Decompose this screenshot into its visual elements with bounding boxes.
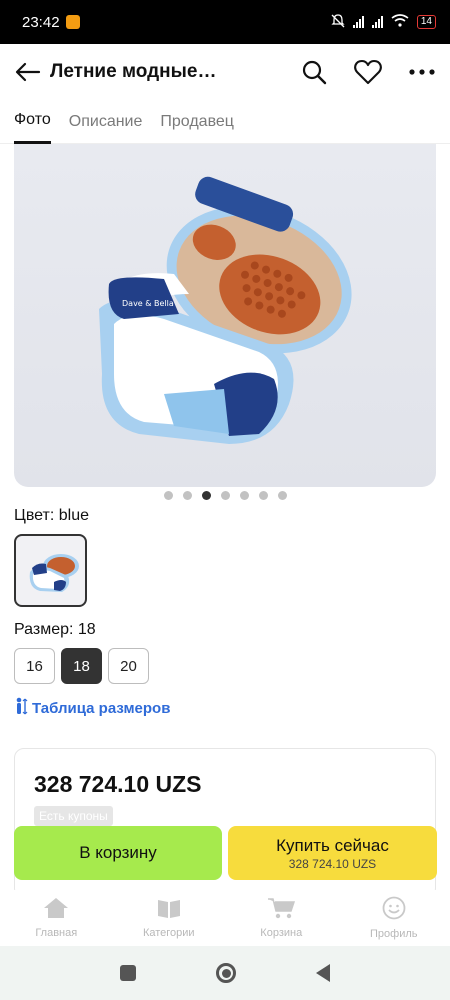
catalog-icon bbox=[156, 897, 182, 924]
size-label: Размер: 18 bbox=[14, 621, 96, 638]
gallery-dot[interactable] bbox=[163, 491, 173, 500]
mute-icon bbox=[331, 13, 345, 31]
nav-label: Главная bbox=[35, 927, 78, 939]
tab-seller[interactable]: Продавец bbox=[160, 100, 234, 144]
gallery-pagination bbox=[0, 491, 450, 500]
product-photo[interactable]: Dave & Bella bbox=[14, 144, 436, 487]
system-back-icon[interactable] bbox=[316, 964, 330, 982]
notification-app-icon bbox=[65, 15, 80, 29]
size-option-20[interactable]: 20 bbox=[108, 648, 149, 684]
nav-label: Профиль bbox=[370, 928, 418, 940]
nav-item-cart[interactable]: Корзина bbox=[236, 897, 326, 939]
search-icon[interactable] bbox=[300, 58, 328, 86]
color-label: Цвет: blue bbox=[14, 507, 89, 524]
coupon-badge[interactable]: Есть купоны bbox=[34, 806, 113, 826]
size-options: 16 18 20 bbox=[14, 648, 149, 684]
tab-description[interactable]: Описание bbox=[69, 100, 143, 144]
size-table-label: Таблица размеров bbox=[32, 699, 171, 717]
home-icon bbox=[43, 897, 69, 924]
recents-icon[interactable] bbox=[120, 965, 136, 981]
buy-now-label: Купить сейчас bbox=[276, 835, 389, 855]
gallery-dot[interactable] bbox=[239, 491, 249, 500]
nav-item-categories[interactable]: Категории bbox=[124, 897, 214, 939]
nav-item-profile[interactable]: Профиль bbox=[349, 896, 439, 940]
system-navigation-bar bbox=[0, 946, 450, 1000]
nav-label: Корзина bbox=[260, 927, 303, 939]
gallery-dot[interactable] bbox=[182, 491, 192, 500]
gallery-dot[interactable] bbox=[258, 491, 268, 500]
bottom-navigation: Главная Категории Корзина Профиль bbox=[0, 890, 450, 946]
nav-item-home[interactable]: Главная bbox=[11, 897, 101, 939]
status-bar: 23:42 14 bbox=[0, 0, 450, 44]
add-to-cart-button[interactable]: В корзину bbox=[14, 826, 222, 880]
gallery-dot-active[interactable] bbox=[201, 491, 211, 500]
tab-photo[interactable]: Фото bbox=[14, 100, 51, 144]
size-option-16[interactable]: 16 bbox=[14, 648, 55, 684]
back-arrow-icon[interactable] bbox=[14, 58, 42, 86]
signal-icon bbox=[352, 16, 364, 28]
coupon-badge-label: Есть купоны bbox=[39, 809, 108, 823]
home-button-icon[interactable] bbox=[216, 963, 236, 983]
nav-label: Категории bbox=[142, 927, 195, 939]
buy-now-price: 328 724.10 UZS bbox=[288, 856, 377, 871]
page-title: Летние модные… bbox=[50, 61, 217, 82]
buy-now-button[interactable]: Купить сейчас 328 724.10 UZS bbox=[228, 826, 437, 880]
gallery-dot[interactable] bbox=[220, 491, 230, 500]
gallery-dot[interactable] bbox=[277, 491, 287, 500]
status-time: 23:42 bbox=[22, 13, 60, 31]
profile-icon bbox=[382, 896, 406, 925]
battery-icon: 14 bbox=[416, 15, 436, 29]
size-option-18[interactable]: 18 bbox=[61, 648, 102, 684]
ruler-person-icon bbox=[14, 697, 28, 719]
wifi-icon bbox=[391, 14, 409, 30]
signal-2-icon bbox=[371, 16, 383, 28]
more-options-icon[interactable] bbox=[408, 58, 436, 86]
color-swatch-blue[interactable] bbox=[14, 534, 87, 607]
product-price: 328 724.10 UZS bbox=[34, 771, 202, 797]
favorite-heart-icon[interactable] bbox=[354, 58, 382, 86]
size-table-link[interactable]: Таблица размеров bbox=[14, 697, 170, 719]
section-tabs: Фото Описание Продавец bbox=[0, 100, 450, 144]
cart-icon bbox=[267, 897, 296, 924]
svg-text:Dave & Bella: Dave & Bella bbox=[122, 299, 174, 308]
top-app-bar: Летние модные… bbox=[0, 44, 450, 100]
